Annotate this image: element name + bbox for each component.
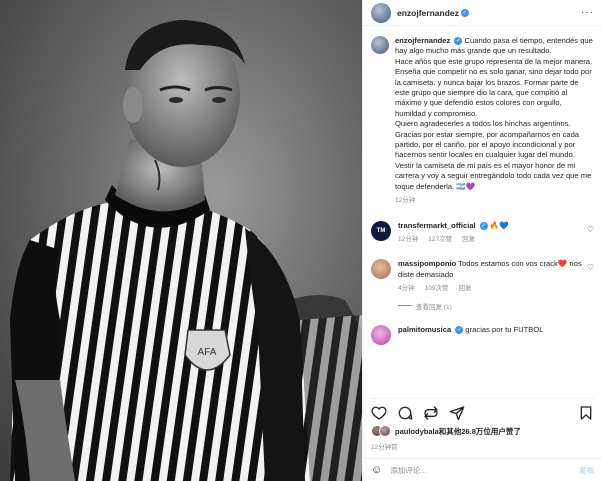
- comment-likes[interactable]: 109次赞: [425, 284, 449, 294]
- svg-text:AFA: AFA: [198, 347, 217, 358]
- caption-paragraph: Quiero agradecerles a todos los hinchas …: [395, 119, 580, 160]
- view-replies-button[interactable]: 查看回复 (1): [398, 301, 594, 311]
- post-time: 12分钟前: [371, 444, 398, 451]
- post-photo[interactable]: AFA: [0, 0, 362, 481]
- comment-avatar[interactable]: [371, 259, 391, 280]
- comment-heart-icon[interactable]: ♡: [587, 263, 594, 272]
- comment-time: 12分钟: [398, 235, 419, 243]
- reply-button[interactable]: 回复: [458, 284, 471, 294]
- comment-username[interactable]: massipomponio: [398, 259, 456, 268]
- liker-avatar: [379, 425, 391, 437]
- caption-time: 12分钟: [395, 197, 416, 205]
- comment-avatar[interactable]: TM: [371, 220, 391, 241]
- replies-line: [398, 305, 412, 307]
- reply-button[interactable]: 回复: [462, 235, 475, 245]
- verified-icon: ✓: [479, 221, 488, 230]
- post-header: enzojfernandez ✓ ···: [363, 0, 602, 26]
- caption-paragraph: Hace años que este grupo representa de l…: [395, 56, 593, 118]
- comment-text: 🔥💙: [489, 220, 509, 230]
- liker-username[interactable]: paulodybala: [395, 427, 439, 436]
- verified-icon: ✓: [460, 8, 469, 17]
- comment-heart-icon[interactable]: ♡: [587, 225, 594, 234]
- comment-item: TM transfermarkt_official ✓ 🔥💙 12分钟 127次…: [371, 220, 594, 246]
- player-photo-illustration: AFA: [10, 20, 362, 481]
- comments-scroll[interactable]: enzojfernandez ✓ Cuando pasa el tiempo, …: [363, 30, 602, 396]
- comment-text: gracias por tu FUTBOL: [465, 324, 544, 334]
- comment-avatar[interactable]: [371, 324, 391, 345]
- action-bar: [371, 398, 594, 422]
- comment-time: 4分钟: [398, 285, 415, 293]
- verified-icon: ✓: [455, 325, 464, 334]
- send-icon[interactable]: [449, 405, 465, 421]
- comment-item: palmitomusica ✓ gracias por tu FUTBOL: [371, 324, 594, 345]
- emoji-icon[interactable]: ☺: [371, 464, 382, 476]
- share-icon[interactable]: [423, 405, 439, 421]
- likes-count-text[interactable]: 和其他26.8万位用户赞了: [439, 427, 521, 436]
- bookmark-icon[interactable]: [578, 405, 594, 421]
- comment-icon[interactable]: [397, 405, 413, 421]
- post-comment-button[interactable]: 发布: [579, 465, 594, 476]
- add-comment-bar: ☺ 添加评论... 发布: [363, 458, 602, 481]
- avatar-label: TM: [376, 227, 386, 234]
- post-side-panel: enzojfernandez ✓ ··· enzojfernandez ✓ Cu…: [362, 0, 602, 481]
- verified-icon: ✓: [454, 37, 463, 45]
- caption-username[interactable]: enzojfernandez: [395, 36, 450, 45]
- caption-avatar[interactable]: [371, 36, 389, 54]
- post-caption: enzojfernandez ✓ Cuando pasa el tiempo, …: [371, 36, 594, 207]
- author-username[interactable]: enzojfernandez: [397, 8, 459, 18]
- more-icon[interactable]: ···: [581, 7, 594, 18]
- view-replies-label: 查看回复 (1): [416, 303, 452, 311]
- comment-input[interactable]: 添加评论...: [390, 465, 579, 476]
- comment-username[interactable]: palmitomusica: [398, 325, 451, 334]
- comment-likes[interactable]: 127次赞: [428, 235, 452, 245]
- author-avatar[interactable]: [371, 2, 391, 23]
- heart-icon[interactable]: [371, 405, 387, 421]
- comment-item: massipomponio Todos estamos con vos crac…: [371, 259, 594, 294]
- comment-username[interactable]: transfermarkt_official: [398, 221, 476, 230]
- likes-summary[interactable]: paulodybala和其他26.8万位用户赞了: [371, 425, 594, 437]
- caption-paragraph: Vestir la camiseta de mi país es el mayo…: [395, 160, 592, 191]
